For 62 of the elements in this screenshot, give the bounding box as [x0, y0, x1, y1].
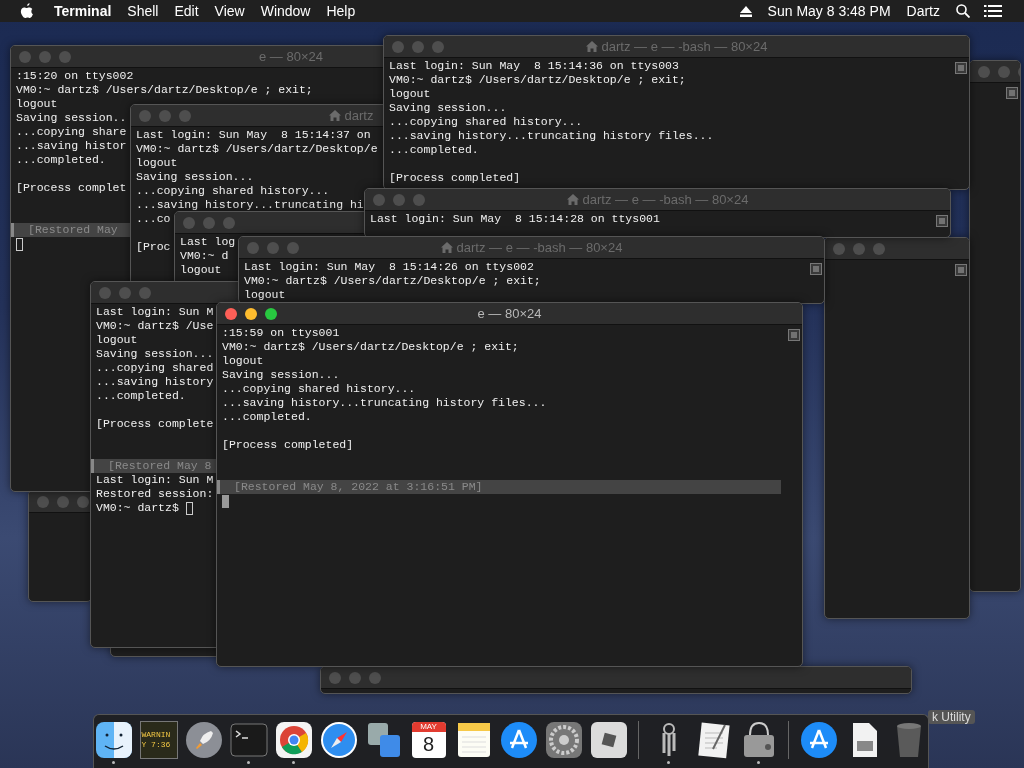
terminal-line: VM0:~ dartz$	[96, 501, 179, 515]
terminal-line: Saving session...	[96, 347, 214, 361]
terminal-line: [Process complet	[16, 181, 127, 195]
terminal-line: ...saving history...truncating history files...	[389, 129, 714, 143]
window-title: dartz — e — -bash — 80×24	[456, 240, 623, 255]
terminal-line: ...completed.	[389, 143, 479, 157]
user-name[interactable]: Dartz	[906, 3, 940, 19]
terminal-line: logout	[16, 97, 58, 111]
terminal-line: VM0:~ dartz$ /Users/dartz/Desktop/e ; exit;	[16, 83, 313, 97]
menu-item[interactable]: Terminal	[54, 3, 112, 19]
calendar-icon[interactable]: MAY 8	[411, 722, 446, 758]
menu-item[interactable]: Help	[326, 3, 356, 19]
terminal-line: VM0:~ dartz$ /Use	[96, 319, 214, 333]
menu-item[interactable]: View	[214, 3, 245, 19]
terminal-line: ...copying share	[16, 125, 127, 139]
terminal-window[interactable]: dartz — e — -bash — 80×24 Last login: Sun May 8 15:14:26 on ttys002 VM0:~ dartz$ /Users/dartz/Desktop/e ; exit; logout	[238, 236, 825, 304]
window-title: dartz — e — -bash — 80×24	[601, 39, 768, 54]
terminal-line: Restored session:	[96, 487, 214, 501]
terminal-line: logout	[136, 156, 178, 170]
terminal-line: Last login: Sun May 8 15:14:26 on ttys002	[244, 260, 534, 274]
terminal-line: logout	[96, 333, 138, 347]
window-title: e — 80×24	[477, 306, 542, 321]
terminal-line: VM0:~ dartz$ /Users/dartz/Desktop/e	[136, 142, 378, 156]
terminal-line: VM0:~ d	[180, 249, 229, 263]
terminal-line: :15:20 on ttys002	[16, 69, 134, 83]
menu-item[interactable]: Shell	[127, 3, 159, 19]
desktop-icon-label[interactable]: k Utility	[928, 710, 975, 724]
terminal-line: ...completed.	[96, 389, 186, 403]
terminal-line: Last log	[180, 235, 236, 249]
terminal-line: Saving session..	[16, 111, 127, 125]
window-title: dartz — e — -bash — 80×24	[582, 192, 749, 207]
terminal-line: VM0:~ dartz$ /Users/dartz/Desktop/e ; exit;	[389, 73, 686, 87]
terminal-line: [Proc	[136, 240, 171, 254]
terminal-line: Last login: Sun May 8 15:14:28 on ttys001	[370, 212, 660, 226]
terminal-line: Last login: Sun M	[96, 305, 214, 319]
console-app-icon[interactable]: WARNIN Y 7:36	[139, 721, 178, 759]
terminal-line: logout	[244, 288, 286, 302]
terminal-line: ...saving history	[96, 375, 214, 389]
window-title: dartz	[344, 108, 374, 123]
terminal-line: Last login: Sun May 8 15:14:37 on	[136, 128, 371, 142]
terminal-line: ...saving history...truncating hi	[136, 198, 364, 212]
terminal-line: Last login: Sun May 8 15:14:36 on ttys003	[389, 59, 679, 73]
terminal-line: logout	[180, 263, 222, 277]
terminal-line: Saving session...	[136, 170, 254, 184]
terminal-line: [Process complete	[96, 417, 214, 431]
terminal-line: [Process completed]	[389, 171, 521, 185]
terminal-line: ...saving histor	[16, 139, 127, 153]
menu-item[interactable]: Window	[260, 3, 311, 19]
terminal-line: Saving session...	[389, 101, 507, 115]
terminal-line: ...copying shared	[96, 361, 214, 375]
terminal-line: ...co	[136, 212, 171, 226]
terminal-line: logout	[222, 354, 264, 368]
terminal-line: Last login: Sun M	[96, 473, 214, 487]
restored-banner: [Restored May 8, 2022 at 3:16:51 PM]	[217, 480, 781, 494]
terminal-line: ...copying shared history...	[136, 184, 330, 198]
terminal-line: logout	[389, 87, 431, 101]
terminal-line: ...completed.	[16, 153, 106, 167]
window-title: e — 80×24	[259, 49, 323, 64]
menu-clock[interactable]: Sun May 8 3:48 PM	[767, 3, 891, 19]
terminal-window[interactable]: dartz — e — -bash — 80×24 Last login: Sun May 8 15:14:28 on ttys001	[364, 188, 951, 238]
terminal-line: ...copying shared history...	[389, 115, 583, 129]
menu-item[interactable]: Edit	[174, 3, 199, 19]
